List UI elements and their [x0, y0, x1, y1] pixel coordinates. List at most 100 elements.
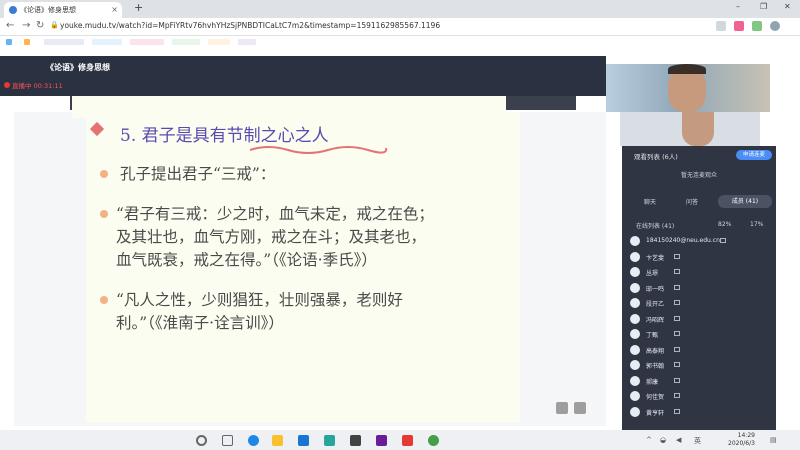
- search-icon[interactable]: [196, 435, 207, 446]
- member-row[interactable]: 郭书翰: [630, 358, 774, 372]
- slide-line: “君子有三戒：少之时，血气未定，戒之在色；: [116, 205, 434, 223]
- live-timer: 直播中 00:31:11: [12, 82, 63, 90]
- device-icon: [674, 408, 680, 414]
- device-icon: [674, 284, 680, 290]
- bookmark-icon[interactable]: [6, 39, 12, 45]
- device-icon: [674, 315, 680, 321]
- ime-icon[interactable]: 英: [694, 436, 701, 446]
- camera-app-icon[interactable]: [350, 435, 361, 446]
- file-explorer-icon[interactable]: [272, 435, 283, 446]
- member-row[interactable]: 高泰翔: [630, 343, 774, 357]
- avatar: [630, 282, 640, 293]
- device-icon: [674, 269, 680, 274]
- back-icon[interactable]: ←: [6, 20, 14, 31]
- member-row[interactable]: 冯昭辉: [630, 312, 774, 326]
- media-app-icon[interactable]: [376, 435, 387, 446]
- browser-tab[interactable]: 《论语》修身思想 ×: [4, 2, 122, 18]
- avatar: [630, 344, 640, 355]
- bullet-icon: [100, 170, 108, 178]
- device-icon: [674, 253, 680, 259]
- member-row[interactable]: 卞艺斐: [630, 250, 774, 264]
- bookmark-item[interactable]: [238, 39, 256, 45]
- bookmark-item[interactable]: [172, 39, 200, 45]
- bookmark-item[interactable]: [130, 39, 164, 45]
- device-icon: [674, 362, 680, 367]
- reload-icon[interactable]: ↻: [36, 20, 44, 31]
- extension-icon[interactable]: [752, 21, 762, 31]
- forward-icon[interactable]: →: [22, 20, 30, 31]
- avatar: [630, 391, 640, 401]
- slide-line: 血气既衰，戒之在得。”（《论语·季氏》）: [116, 251, 377, 269]
- tab-members[interactable]: 成员 (41): [718, 195, 772, 208]
- viewer-panel: 观看列表 (6人) 申请连麦 暂无连麦观众 聊天 问答 成员 (41) 在线列表…: [622, 146, 776, 434]
- close-window-icon[interactable]: ✕: [784, 2, 791, 11]
- slide-line: “凡人之性，少则猖狂，壮则强暴，老则好: [116, 291, 403, 309]
- course-header: 《论语》修身思想 直播中 00:31:11: [0, 56, 606, 96]
- member-name: 郭书翰: [646, 363, 665, 370]
- extension-icon[interactable]: [734, 21, 744, 31]
- bookmark-item[interactable]: [44, 39, 84, 45]
- mail-app-icon[interactable]: [324, 435, 335, 446]
- profile-avatar-icon[interactable]: [770, 21, 780, 31]
- teacher-camera-feed[interactable]: [606, 64, 770, 112]
- member-name: 184150240@neu.edu.cn: [646, 237, 720, 244]
- avatar: [630, 360, 640, 370]
- clock-time: 14:29: [737, 432, 755, 439]
- member-row[interactable]: 丛璟: [630, 265, 774, 279]
- layout-switch-icon[interactable]: [556, 402, 568, 414]
- member-row[interactable]: 邸一鸣: [630, 281, 774, 295]
- chrome-app-icon[interactable]: [428, 435, 439, 446]
- device-icon: [674, 331, 680, 336]
- browser-app-icon[interactable]: [248, 435, 259, 446]
- bookmark-item[interactable]: [92, 39, 122, 45]
- member-row[interactable]: 段开乙: [630, 296, 774, 310]
- member-row[interactable]: 黄亨轩: [630, 405, 774, 419]
- task-view-icon[interactable]: [222, 435, 233, 446]
- member-row[interactable]: 184150240@neu.edu.cn: [630, 234, 774, 248]
- member-name: 丛璟: [646, 270, 659, 277]
- taskbar: ^ ◒ ◀ 英 14:29 2020/6/3 ▤: [0, 430, 800, 450]
- heading-underline-icon: [249, 146, 388, 154]
- member-row[interactable]: 何佳贺: [630, 389, 774, 403]
- member-row[interactable]: 郝康: [630, 374, 774, 388]
- system-clock[interactable]: 14:29 2020/6/3: [728, 432, 755, 448]
- tray-chevron-icon[interactable]: ^: [646, 436, 652, 444]
- browser-tab-bar: 《论语》修身思想 × + – ❐ ✕: [0, 0, 800, 18]
- online-list-label: 在线列表 (41): [636, 223, 675, 230]
- tab-title: 《论语》修身思想: [20, 6, 76, 14]
- panel-header: 观看列表 (6人) 申请连麦: [622, 146, 776, 164]
- bullet-icon: [100, 296, 108, 304]
- url-input[interactable]: youke.mudu.tv/watch?id=MpFiYRtv76hvhYHzS…: [60, 21, 620, 30]
- document-app-icon[interactable]: [402, 435, 413, 446]
- maximize-icon[interactable]: ❐: [760, 2, 767, 11]
- tab-close-icon[interactable]: ×: [111, 2, 118, 18]
- notification-icon[interactable]: ▤: [770, 436, 777, 444]
- apply-mic-button[interactable]: 申请连麦: [736, 150, 772, 160]
- new-tab-icon[interactable]: +: [134, 1, 143, 14]
- online-list-header: 在线列表 (41) 82% 17%: [622, 218, 776, 232]
- bookmark-icon[interactable]: [24, 39, 30, 45]
- member-row[interactable]: 丁甄: [630, 327, 774, 341]
- slide-toolbar: [556, 402, 590, 416]
- mic-stat: 82%: [718, 221, 732, 228]
- tab-qa[interactable]: 问答: [686, 197, 698, 206]
- member-name: 黄亨轩: [646, 409, 665, 417]
- member-name: 郝康: [646, 378, 659, 386]
- tab-chat[interactable]: 聊天: [644, 197, 656, 206]
- volume-icon[interactable]: ◀: [676, 436, 681, 444]
- network-icon[interactable]: ◒: [660, 436, 666, 444]
- bookmark-item[interactable]: [208, 39, 230, 45]
- panel-tabs: 聊天 问答 成员 (41): [622, 194, 776, 210]
- member-name: 高泰翔: [646, 347, 665, 355]
- slide-line: 利。”（《淮南子·诠言训》）: [116, 314, 284, 332]
- extension-icon[interactable]: [716, 21, 726, 31]
- member-name: 段开乙: [646, 301, 665, 308]
- camera-feed-extension: [620, 112, 760, 146]
- store-app-icon[interactable]: [298, 435, 309, 446]
- grid-view-icon[interactable]: [574, 402, 586, 414]
- avatar: [630, 329, 640, 339]
- minimize-icon[interactable]: –: [736, 2, 740, 11]
- bookmarks-bar: [0, 36, 800, 48]
- slide-line: 孔子提出君子“三戒”：: [120, 165, 276, 183]
- member-name: 冯昭辉: [646, 316, 665, 324]
